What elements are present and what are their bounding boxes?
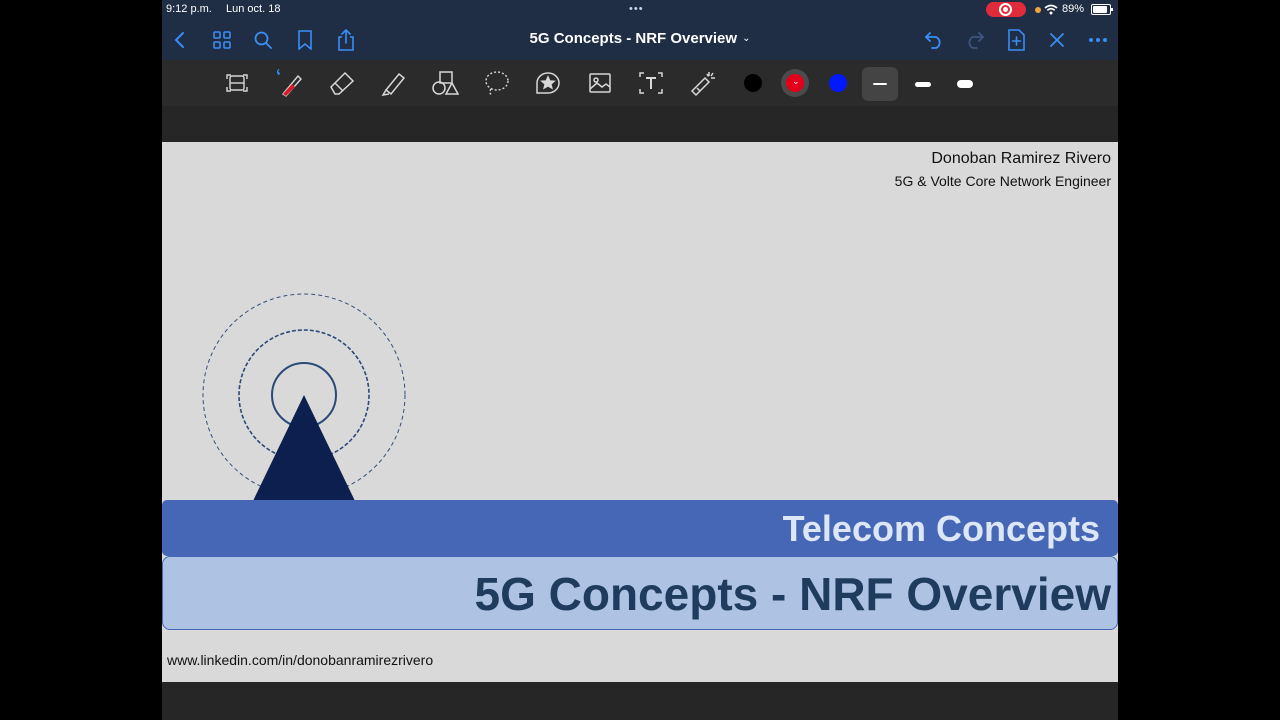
linkedin-link[interactable]: www.linkedin.com/in/donobanramirezrivero (167, 652, 433, 668)
shapes-icon[interactable] (430, 68, 460, 98)
laser-pointer-icon[interactable] (688, 68, 718, 98)
eraser-icon[interactable] (327, 68, 357, 98)
status-date: Lun oct. 18 (226, 3, 281, 15)
stroke-thick-button[interactable] (947, 67, 983, 101)
document-navbar: 5G Concepts - NRF Overview ⌄ (162, 20, 1118, 60)
stroke-thin-button[interactable] (862, 67, 898, 101)
multitasking-dots[interactable]: ••• (629, 3, 644, 15)
battery-percentage: 89% (1062, 3, 1085, 15)
title-banner: 5G Concepts - NRF Overview (162, 556, 1118, 630)
battery-icon (1091, 4, 1113, 15)
stroke-medium-button[interactable] (905, 67, 941, 101)
drawing-toolbar: ⌄ (162, 60, 1118, 106)
chevron-down-icon: ⌄ (742, 33, 751, 44)
status-time: 9:12 p.m. (166, 3, 212, 15)
slide-page[interactable]: Donoban Ramirez Rivero 5G & Volte Core N… (162, 142, 1118, 682)
author-name: Donoban Ramirez Rivero (931, 150, 1111, 167)
color-blue-swatch[interactable] (829, 74, 847, 92)
more-icon[interactable] (1084, 26, 1112, 54)
wifi-icon (1044, 4, 1058, 15)
redo-icon[interactable] (961, 26, 989, 54)
category-banner: Telecom Concepts (162, 500, 1118, 556)
close-icon[interactable] (1043, 26, 1071, 54)
image-icon[interactable] (585, 68, 615, 98)
undo-icon[interactable] (920, 26, 948, 54)
ipad-screen: 9:12 p.m. Lun oct. 18 ••• 89% 5G Concept… (162, 0, 1118, 720)
color-red-swatch[interactable]: ⌄ (781, 69, 809, 97)
add-page-icon[interactable] (1002, 26, 1030, 54)
chevron-down-icon: ⌄ (792, 76, 800, 86)
lasso-icon[interactable] (482, 68, 512, 98)
category-label: Telecom Concepts (782, 508, 1100, 549)
color-black-swatch[interactable] (744, 74, 762, 92)
slide-title: 5G Concepts - NRF Overview (474, 568, 1112, 620)
sticker-icon[interactable] (533, 68, 563, 98)
antenna-tower-icon (202, 293, 406, 501)
text-icon[interactable] (636, 68, 666, 98)
scan-icon[interactable] (222, 68, 252, 98)
mic-indicator-icon (1035, 7, 1041, 13)
pen-icon[interactable] (275, 68, 305, 98)
author-role: 5G & Volte Core Network Engineer (894, 173, 1111, 189)
screen-record-icon[interactable] (986, 2, 1026, 17)
status-bar: 9:12 p.m. Lun oct. 18 ••• 89% (162, 0, 1118, 20)
highlighter-icon[interactable] (379, 68, 409, 98)
